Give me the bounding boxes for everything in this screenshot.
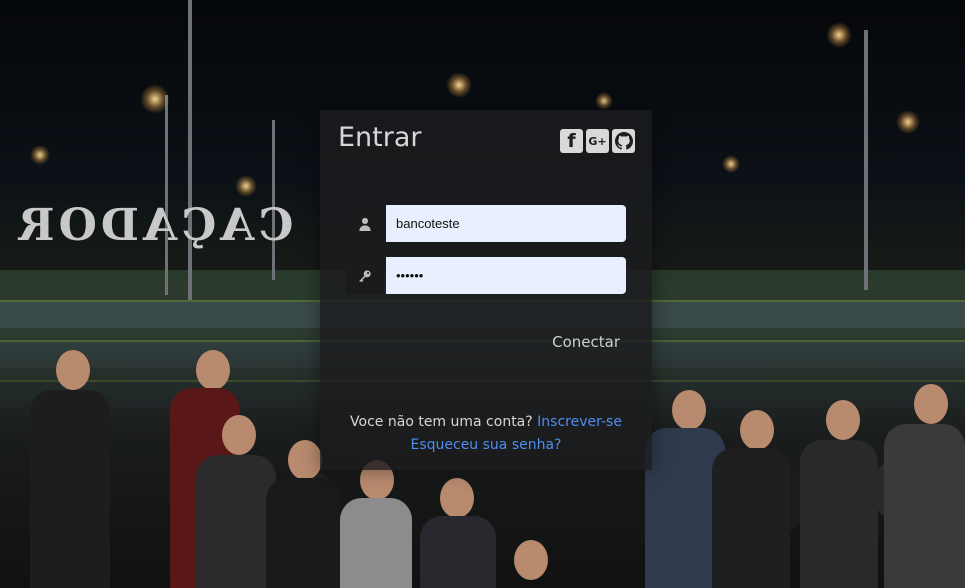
person	[196, 350, 230, 390]
street-light	[235, 175, 257, 197]
person	[914, 384, 948, 424]
street-light	[896, 110, 920, 134]
user-icon	[346, 205, 384, 242]
password-field-group	[346, 257, 626, 294]
key-icon	[359, 269, 371, 282]
person	[340, 498, 412, 588]
signup-prompt: Voce não tem uma conta? Inscrever-se	[320, 414, 652, 430]
person	[514, 540, 548, 580]
light-pole	[165, 95, 168, 295]
street-light	[722, 155, 740, 173]
social-login-group: f G+	[560, 129, 635, 153]
street-light	[140, 84, 170, 114]
no-account-text: Voce não tem uma conta?	[350, 414, 533, 430]
street-light	[30, 145, 50, 165]
person	[800, 440, 878, 588]
person	[288, 440, 322, 480]
forgot-password-row: Esqueceu sua senha?	[320, 437, 652, 453]
person	[740, 410, 774, 450]
person	[266, 478, 340, 588]
login-panel: Entrar f G+ Conectar Voc	[320, 110, 652, 470]
person	[672, 390, 706, 430]
person	[222, 415, 256, 455]
street-light	[595, 92, 613, 110]
connect-button[interactable]: Conectar	[552, 333, 620, 351]
person	[712, 448, 790, 588]
signup-link[interactable]: Inscrever-se	[537, 414, 622, 430]
github-icon	[614, 132, 633, 150]
forgot-password-link[interactable]: Esqueceu sua senha?	[410, 437, 561, 453]
light-pole	[864, 30, 868, 290]
username-input[interactable]	[386, 205, 626, 242]
person	[30, 390, 110, 588]
person	[440, 478, 474, 518]
github-icon[interactable]	[612, 129, 635, 153]
light-pole	[188, 0, 192, 300]
street-light	[446, 72, 472, 98]
key-icon	[346, 257, 384, 294]
login-title: Entrar	[338, 122, 422, 153]
person	[196, 455, 276, 588]
street-light	[826, 22, 852, 48]
city-sign: CAÇADOR	[14, 200, 294, 251]
person	[420, 516, 496, 588]
person	[56, 350, 90, 390]
facebook-icon[interactable]: f	[560, 129, 583, 153]
username-field-group	[346, 205, 626, 242]
google-plus-icon[interactable]: G+	[586, 129, 609, 153]
password-input[interactable]	[386, 257, 626, 294]
person	[884, 424, 965, 588]
person	[826, 400, 860, 440]
user-icon	[359, 217, 371, 231]
